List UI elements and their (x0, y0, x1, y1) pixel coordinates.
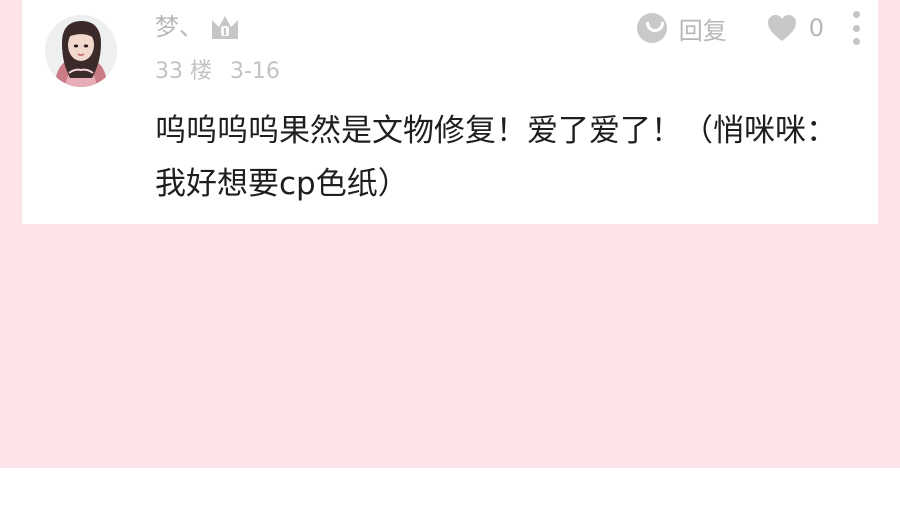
more-vertical-icon[interactable] (852, 11, 860, 45)
username-text[interactable]: 梦、 (155, 10, 203, 44)
reply-button[interactable]: 回复 (636, 11, 727, 46)
footer-space (0, 468, 900, 530)
avatar[interactable] (45, 15, 117, 87)
comment-meta: 33 楼 3-16 (155, 56, 280, 88)
comment-date: 3-16 (230, 59, 280, 84)
reply-label: 回复 (678, 16, 727, 45)
comment-card: 梦、 33 楼 3-16 回复 0 呜呜呜呜果然是文物修复！爱了爱了！（悄咪咪：… (22, 0, 878, 224)
comment-username[interactable]: 梦、 (155, 10, 241, 44)
heart-icon (767, 14, 797, 42)
comment-actions: 回复 0 (636, 10, 860, 46)
crown-icon (209, 12, 241, 42)
like-button[interactable]: 0 (767, 14, 824, 42)
reply-icon (636, 13, 667, 43)
comment-text: 呜呜呜呜果然是文物修复！爱了爱了！（悄咪咪：我好想要cp色纸） (155, 113, 837, 202)
like-count: 0 (808, 14, 824, 42)
floor-number: 33 楼 (155, 59, 212, 84)
